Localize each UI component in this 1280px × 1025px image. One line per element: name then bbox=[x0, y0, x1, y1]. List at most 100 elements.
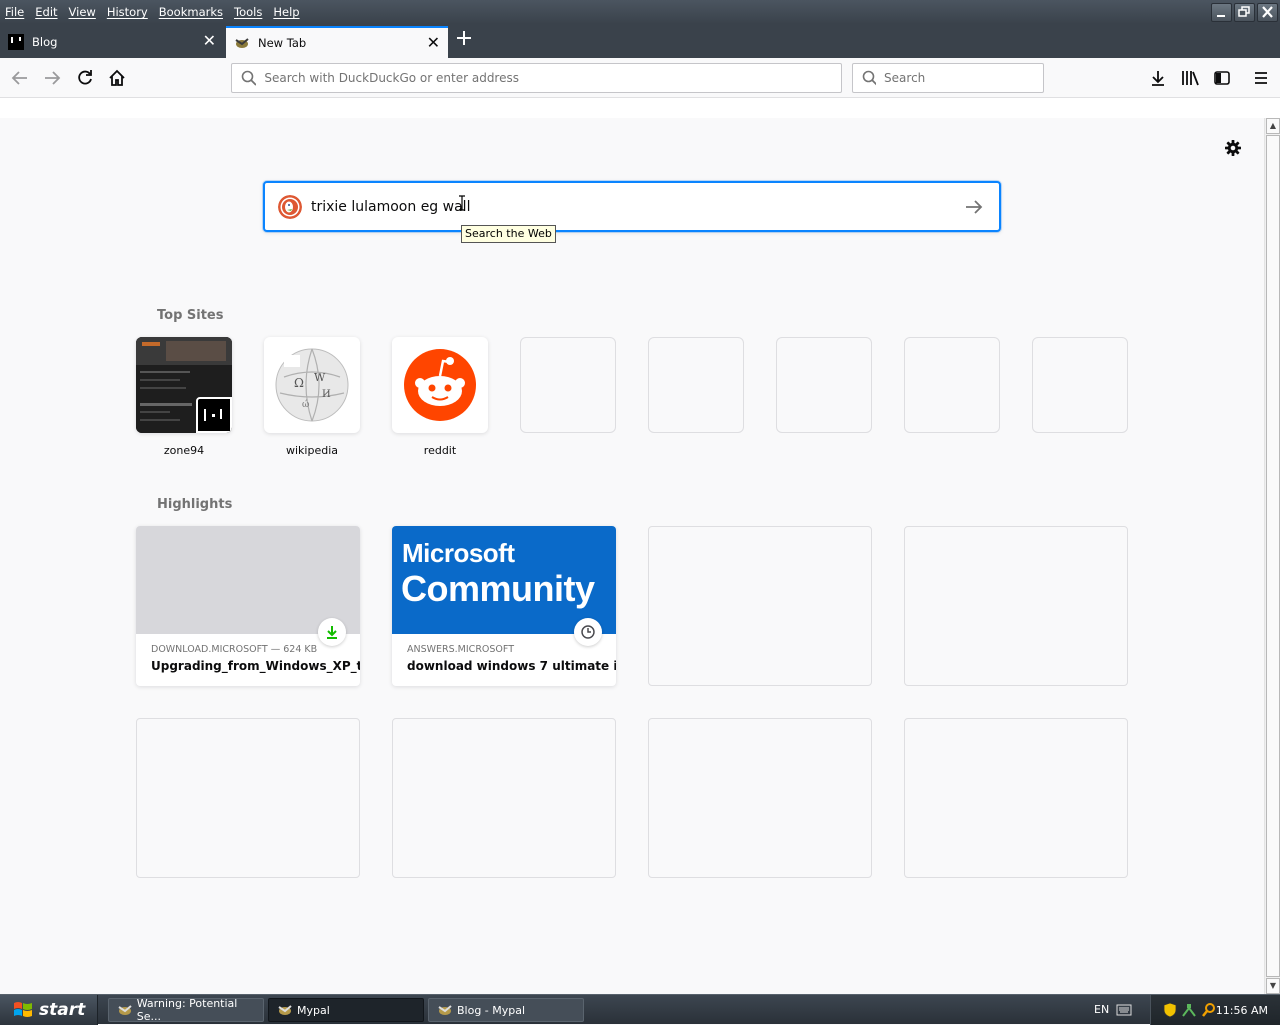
highlights-title: Highlights bbox=[157, 497, 233, 512]
navigation-toolbar bbox=[0, 58, 1280, 98]
vertical-scrollbar[interactable]: ▲ ▼ bbox=[1264, 118, 1280, 994]
minimize-icon bbox=[1217, 15, 1225, 17]
search-tray-icon[interactable] bbox=[1201, 1002, 1217, 1018]
address-input[interactable] bbox=[264, 71, 841, 85]
close-window-button[interactable] bbox=[1257, 3, 1278, 22]
mypal-icon bbox=[278, 1005, 292, 1015]
site-thumbnail bbox=[392, 337, 488, 433]
web-search-input[interactable] bbox=[311, 198, 911, 215]
search-bar[interactable] bbox=[852, 63, 1044, 93]
menu-bar: File Edit View History Bookmarks Tools H… bbox=[0, 0, 1280, 24]
back-button[interactable] bbox=[8, 66, 32, 90]
content-top-border bbox=[0, 98, 1280, 118]
clock-badge bbox=[574, 618, 602, 646]
empty-highlight-card bbox=[136, 718, 360, 878]
menu-help[interactable]: Help bbox=[268, 5, 305, 19]
duckduckgo-logo-icon bbox=[278, 194, 302, 219]
top-site-zone94[interactable]: zone94 bbox=[136, 337, 232, 457]
sidebar-icon bbox=[1214, 71, 1230, 85]
downloads-icon bbox=[1152, 71, 1164, 86]
card-image bbox=[136, 526, 360, 646]
sidebar-button[interactable] bbox=[1210, 66, 1234, 90]
tab-label: Blog bbox=[32, 35, 58, 49]
taskbar-item[interactable]: Warning: Potential Se... bbox=[108, 997, 264, 1023]
top-site-wikipedia[interactable]: Ω W И ώ wikipedia bbox=[264, 337, 360, 457]
wikipedia-logo-icon: Ω W И ώ bbox=[275, 348, 349, 422]
tab-strip: Blog ✕ New Tab ✕ bbox=[0, 24, 1280, 58]
plus-icon bbox=[457, 31, 471, 45]
start-button[interactable]: start bbox=[0, 995, 98, 1025]
maximize-button[interactable] bbox=[1234, 3, 1255, 22]
arrow-right-icon bbox=[966, 200, 983, 214]
home-icon bbox=[109, 69, 125, 86]
scroll-thumb[interactable] bbox=[1266, 135, 1280, 977]
home-button[interactable] bbox=[105, 66, 129, 90]
tab-blog[interactable]: Blog ✕ bbox=[0, 26, 224, 58]
menu-edit[interactable]: Edit bbox=[30, 5, 63, 19]
menu-tools[interactable]: Tools bbox=[229, 5, 268, 19]
ms-community-text-1: Microsoft bbox=[402, 538, 515, 568]
clock[interactable]: 11:56 AM bbox=[1216, 1004, 1268, 1017]
start-label: start bbox=[39, 1000, 86, 1020]
top-site-empty bbox=[520, 337, 616, 433]
scroll-down-button[interactable]: ▼ bbox=[1266, 978, 1280, 994]
empty-highlight-card bbox=[392, 718, 616, 878]
minimize-button[interactable] bbox=[1211, 3, 1232, 22]
svg-text:ώ: ώ bbox=[302, 399, 309, 410]
tab-close-icon[interactable]: ✕ bbox=[427, 35, 440, 51]
downloads-button[interactable] bbox=[1146, 66, 1170, 90]
new-tab-button[interactable] bbox=[455, 29, 473, 52]
blog-favicon-icon bbox=[8, 34, 24, 50]
card-image: Microsoft Community bbox=[392, 526, 616, 646]
shield-icon[interactable] bbox=[1163, 1002, 1177, 1018]
highlight-card[interactable]: Microsoft Community ANSWERS.MICROSOFT do… bbox=[392, 526, 616, 686]
app-menu-button[interactable] bbox=[1249, 66, 1273, 90]
menu-icon bbox=[1255, 72, 1267, 84]
site-label: zone94 bbox=[163, 444, 205, 457]
reload-button[interactable] bbox=[73, 66, 97, 90]
library-button[interactable] bbox=[1178, 66, 1202, 90]
svg-text:Ω: Ω bbox=[294, 376, 304, 390]
menu-bookmarks[interactable]: Bookmarks bbox=[154, 5, 229, 19]
download-badge bbox=[318, 618, 346, 646]
taskbar-item-active[interactable]: Mypal bbox=[268, 998, 424, 1022]
menu-history[interactable]: History bbox=[102, 5, 154, 19]
ms-community-text-2: Community bbox=[401, 568, 595, 609]
forward-button[interactable] bbox=[40, 66, 64, 90]
empty-tile bbox=[520, 337, 616, 433]
mypal-icon bbox=[438, 1005, 452, 1015]
scroll-up-button[interactable]: ▲ bbox=[1266, 118, 1280, 134]
empty-highlight-card bbox=[904, 526, 1128, 686]
web-search-box[interactable] bbox=[263, 181, 1001, 232]
zone94-favicon-icon bbox=[196, 397, 232, 433]
empty-tile bbox=[1032, 337, 1128, 433]
card-title: download windows 7 ultimate is... bbox=[407, 659, 616, 673]
tab-new-tab[interactable]: New Tab ✕ bbox=[226, 26, 448, 58]
top-site-empty bbox=[648, 337, 744, 433]
network-icon[interactable] bbox=[1181, 1002, 1197, 1018]
menu-file[interactable]: File bbox=[0, 5, 30, 19]
site-label: reddit bbox=[423, 444, 457, 457]
window-controls bbox=[1211, 3, 1278, 22]
menu-view[interactable]: View bbox=[64, 5, 102, 19]
taskbar-item[interactable]: Blog - Mypal bbox=[428, 998, 584, 1022]
address-bar[interactable] bbox=[231, 63, 842, 93]
site-thumbnail: Ω W И ώ bbox=[264, 337, 360, 433]
search-input[interactable] bbox=[884, 71, 1043, 85]
taskbar-item-label: Mypal bbox=[297, 1003, 330, 1017]
keyboard-icon[interactable] bbox=[1116, 1004, 1132, 1016]
tooltip: Search the Web bbox=[461, 225, 556, 243]
highlight-card[interactable]: DOWNLOAD.MICROSOFT — 624 KB Upgrading_fr… bbox=[136, 526, 360, 686]
language-indicator[interactable]: EN bbox=[1094, 1003, 1109, 1016]
back-icon bbox=[11, 71, 27, 85]
search-submit-button[interactable] bbox=[963, 196, 985, 218]
mypal-icon bbox=[118, 1005, 132, 1015]
library-icon bbox=[1182, 71, 1199, 86]
tab-label: New Tab bbox=[258, 36, 307, 50]
top-site-reddit[interactable]: reddit bbox=[392, 337, 488, 457]
download-badge-icon bbox=[327, 626, 337, 639]
tab-close-icon[interactable]: ✕ bbox=[203, 33, 216, 49]
customize-button[interactable] bbox=[1223, 138, 1243, 158]
system-tray: 11:56 AM bbox=[1150, 995, 1280, 1025]
new-tab-page: Search the Web Top Sites zone94 bbox=[0, 118, 1264, 994]
